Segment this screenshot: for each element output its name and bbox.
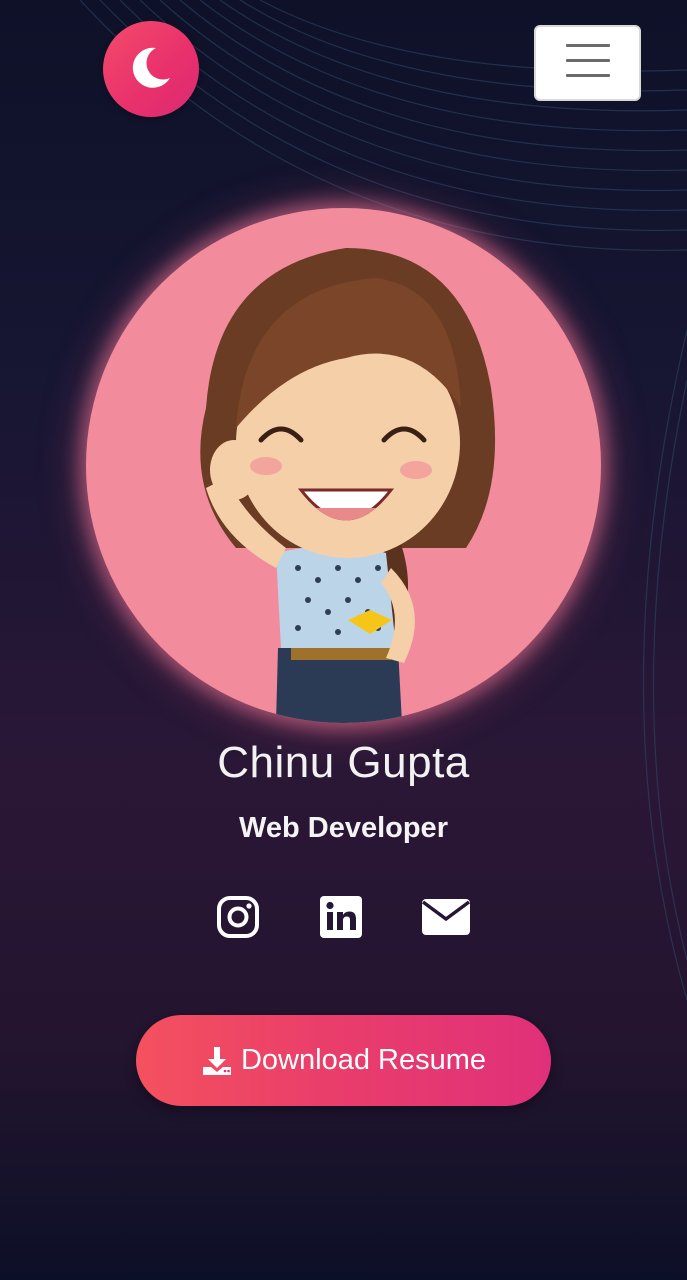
avatar-illustration xyxy=(200,248,496,723)
avatar xyxy=(86,208,601,723)
download-icon xyxy=(201,1045,233,1077)
hamburger-menu-icon xyxy=(564,42,612,85)
profile-name: Chinu Gupta xyxy=(217,738,470,787)
email-link[interactable] xyxy=(421,895,471,943)
social-links xyxy=(0,895,687,945)
instagram-icon xyxy=(216,895,260,944)
linkedin-icon xyxy=(319,895,363,944)
logo-button[interactable] xyxy=(103,21,199,117)
download-resume-label: Download Resume xyxy=(240,1044,486,1076)
profile-role: Web Developer xyxy=(239,812,448,844)
download-resume-button[interactable]: Download Resume xyxy=(136,1015,551,1106)
email-icon xyxy=(421,898,471,941)
linkedin-link[interactable] xyxy=(318,895,364,943)
instagram-link[interactable] xyxy=(215,895,261,943)
moon-icon xyxy=(126,42,176,97)
menu-toggle-button[interactable] xyxy=(534,25,641,101)
